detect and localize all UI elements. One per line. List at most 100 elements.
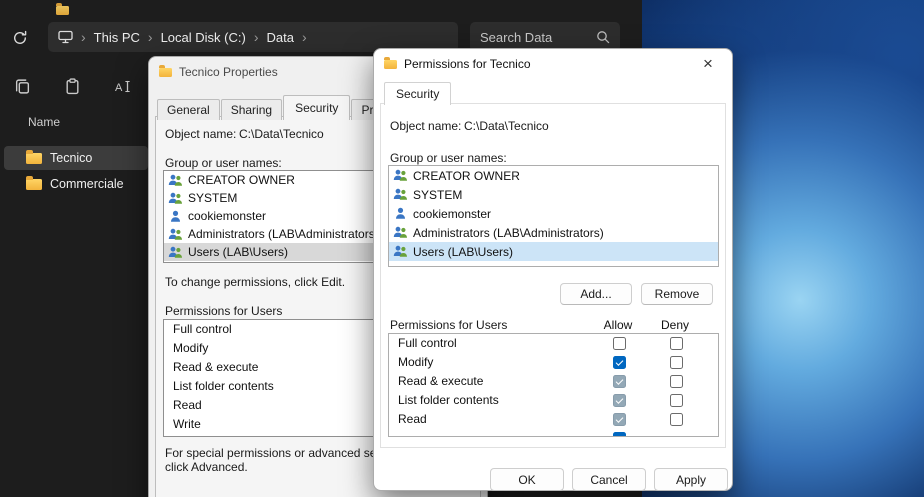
rename-icon[interactable]: A [110,74,134,98]
group-icon [393,188,408,201]
desktop: This PC Local Disk (C:) Data A Name [0,0,924,497]
permission-name: Read & execute [398,374,483,388]
edit-hint: To change permissions, click Edit. [165,275,345,289]
deny-checkbox-read-execute[interactable] [670,375,683,388]
object-name-value: C:\Data\Tecnico [239,127,324,141]
file-row-tecnico[interactable]: Tecnico [4,146,148,170]
group-icon [393,245,408,258]
deny-checkbox-full-control[interactable] [670,337,683,350]
deny-checkbox-read[interactable] [670,413,683,426]
group-name: CREATOR OWNER [188,173,295,187]
group-icon [168,174,183,187]
allow-column-header: Allow [594,318,642,332]
group-icon [168,228,183,241]
permissions-label: Permissions for Users [390,318,507,332]
breadcrumb-local-disk-c[interactable]: Local Disk (C:) [161,30,246,45]
permission-row-list-folder-contents: List folder contents [389,391,718,410]
permission-row-modify: Modify [389,353,718,372]
group-list-item-selected[interactable]: Users (LAB\Users) [389,242,718,261]
deny-column-header: Deny [651,318,699,332]
explorer-toolbar: A [10,74,134,98]
tab-security[interactable]: Security [283,95,350,120]
object-name-label: Object name: [165,127,236,141]
file-name: Tecnico [50,151,92,165]
tab-security[interactable]: Security [384,82,451,105]
allow-checkbox-partial[interactable] [613,432,626,437]
apply-button[interactable]: Apply [654,468,728,491]
breadcrumb-data[interactable]: Data [267,30,294,45]
allow-checkbox-read[interactable] [613,413,626,426]
paste-icon[interactable] [60,74,84,98]
group-list-item[interactable]: Administrators (LAB\Administrators) [389,223,718,242]
permission-name: List folder contents [398,393,499,407]
deny-checkbox-modify[interactable] [670,356,683,369]
close-icon[interactable]: × [694,52,722,76]
allow-checkbox-list-folder-contents[interactable] [613,394,626,407]
object-name-value: C:\Data\Tecnico [464,119,549,133]
folder-icon [384,60,397,69]
group-icon [168,192,183,205]
group-name: Administrators (LAB\Administrators) [413,226,604,240]
breadcrumb-this-pc[interactable]: This PC [94,30,140,45]
refresh-icon[interactable] [8,26,32,50]
copy-icon[interactable] [10,74,34,98]
object-name-label: Object name: [390,119,461,133]
ok-button[interactable]: OK [490,468,564,491]
permission-row-read: Read [389,410,718,429]
permissions-dialog-title: Permissions for Tecnico [404,57,531,71]
group-name: Users (LAB\Users) [413,245,513,259]
remove-button[interactable]: Remove [641,283,713,305]
group-name: SYSTEM [188,191,237,205]
group-list-item[interactable]: CREATOR OWNER [389,166,718,185]
advanced-hint-line2: click Advanced. [165,460,408,474]
group-list-item[interactable]: SYSTEM [389,185,718,204]
permission-name: Full control [398,336,457,350]
user-icon [168,210,183,223]
permissions-checkbox-list: Full control Modify Read & execute List … [388,333,719,437]
breadcrumb-chevron-icon [302,29,307,45]
tab-general[interactable]: General [157,99,220,120]
svg-text:A: A [115,82,123,94]
permission-name: Modify [398,355,433,369]
group-name: Users (LAB\Users) [188,245,288,259]
permission-row-partial [389,429,718,437]
permission-row-full-control: Full control [389,334,718,353]
search-icon [596,30,610,44]
group-user-list: CREATOR OWNER SYSTEM cookiemonster Admin… [388,165,719,267]
group-name: cookiemonster [188,209,266,223]
user-icon [393,207,408,220]
add-button[interactable]: Add... [560,283,632,305]
file-row-commerciale[interactable]: Commerciale [4,172,148,196]
allow-checkbox-read-execute[interactable] [613,375,626,388]
breadcrumb-chevron-icon [81,29,86,45]
group-name: cookiemonster [413,207,491,221]
this-pc-icon [58,30,73,44]
deny-checkbox-list-folder-contents[interactable] [670,394,683,407]
properties-dialog-title: Tecnico Properties [179,65,278,79]
group-icon [393,169,408,182]
name-column-header[interactable]: Name [28,115,60,129]
group-list-item[interactable]: cookiemonster [389,204,718,223]
allow-checkbox-full-control[interactable] [613,337,626,350]
group-name: Administrators (LAB\Administrators) [188,227,379,241]
permissions-label: Permissions for Users [165,304,282,318]
advanced-hint-line1: For special permissions or advanced sett… [165,446,408,460]
folder-icon [159,68,172,77]
permission-row-read-execute: Read & execute [389,372,718,391]
advanced-hint: For special permissions or advanced sett… [165,446,408,474]
group-icon [168,246,183,259]
tab-sharing[interactable]: Sharing [221,99,282,120]
group-name: CREATOR OWNER [413,169,520,183]
group-list-label: Group or user names: [390,151,507,165]
allow-checkbox-modify[interactable] [613,356,626,369]
search-input[interactable] [480,30,590,45]
permissions-dialog-titlebar: Permissions for Tecnico × [374,49,732,79]
folder-icon [26,153,42,164]
group-list-label: Group or user names: [165,156,282,170]
folder-icon [56,6,69,15]
cancel-button[interactable]: Cancel [572,468,646,491]
group-icon [393,226,408,239]
permission-name: Read [398,412,427,426]
breadcrumb-chevron-icon [148,29,153,45]
explorer-tab-icon [56,2,69,20]
